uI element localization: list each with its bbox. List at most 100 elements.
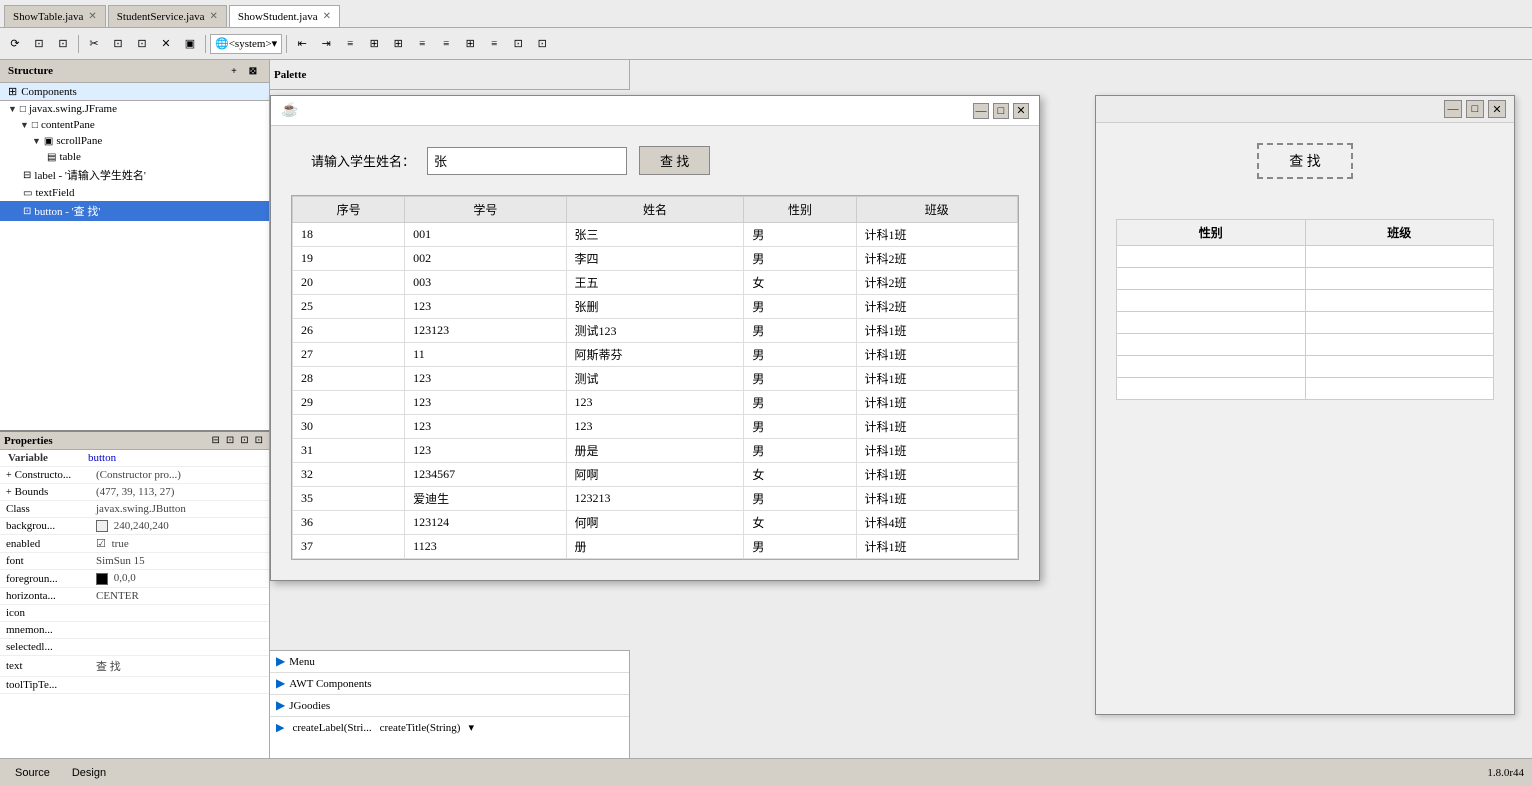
right-close-btn[interactable]: ✕ (1488, 100, 1506, 118)
props-row-bg[interactable]: backgrou... 240,240,240 (0, 518, 269, 535)
props-row-text[interactable]: text 查 找 (0, 655, 269, 676)
tab-showstudent-close[interactable]: ✕ (323, 11, 331, 22)
props-icon-1[interactable]: ⊟ (209, 434, 221, 447)
props-icon-4[interactable]: ⊡ (253, 434, 265, 447)
table-row[interactable]: 19002李四男计科2班 (293, 247, 1018, 271)
props-row-constructor[interactable]: +Constructo... (Constructor pro...) (0, 467, 269, 484)
toolbar-align-9[interactable]: ≡ (483, 33, 505, 55)
props-row-mnemonic[interactable]: mnemon... (0, 621, 269, 638)
table-row[interactable]: 28123测试男计科1班 (293, 367, 1018, 391)
search-button[interactable]: 查 找 (639, 146, 710, 175)
toolbar-align-11[interactable]: ⊡ (531, 33, 553, 55)
table-cell-seq: 32 (293, 463, 405, 487)
props-row-bounds[interactable]: +Bounds (477, 39, 113, 27) (0, 484, 269, 501)
table-row[interactable]: 321234567阿啊女计科1班 (293, 463, 1018, 487)
tab-showtable[interactable]: ShowTable.java ✕ (4, 5, 106, 27)
table-cell-class: 计科1班 (856, 343, 1017, 367)
props-row-horizontal[interactable]: horizonta... CENTER (0, 587, 269, 604)
tree-item-table[interactable]: ▤ table (0, 149, 269, 165)
props-row-fg[interactable]: foregroun... 0,0,0 (0, 570, 269, 587)
toolbar-align-10[interactable]: ⊡ (507, 33, 529, 55)
tree-item-button[interactable]: ⊡ button - '查 找' (0, 201, 269, 221)
palette-section-awt[interactable]: ▶ AWT Components (270, 673, 629, 695)
props-row-tooltip[interactable]: toolTipTe... (0, 676, 269, 693)
props-row-enabled[interactable]: enabled ☑ true (0, 535, 269, 553)
table-row[interactable]: 25123张删男计科2班 (293, 295, 1018, 319)
table-cell-class: 计科4班 (856, 511, 1017, 535)
palette-section-jgoodies[interactable]: ▶ JGoodies (270, 695, 629, 717)
modal-maximize-btn[interactable]: □ (993, 103, 1009, 119)
toolbar-btn-2[interactable]: ⊡ (28, 33, 50, 55)
modal-title-icon: ☕ (281, 102, 298, 119)
toolbar-align-8[interactable]: ⊞ (459, 33, 481, 55)
table-row[interactable]: 2711阿斯蒂芬男计科1班 (293, 343, 1018, 367)
toolbar-btn-5[interactable]: ▣ (179, 33, 201, 55)
tree-item-scrollpane[interactable]: ▼ ▣ scrollPane (0, 133, 269, 149)
props-key-tooltip: toolTipTe... (0, 676, 90, 693)
table-cell-name: 123213 (566, 487, 744, 511)
table-row[interactable]: 31123册是男计科1班 (293, 439, 1018, 463)
right-maximize-btn[interactable]: □ (1466, 100, 1484, 118)
right-minimize-btn[interactable]: — (1444, 100, 1462, 118)
props-row-class[interactable]: Class javax.swing.JButton (0, 501, 269, 518)
toolbar-align-2[interactable]: ⇥ (315, 33, 337, 55)
toolbar-align-6[interactable]: ≡ (411, 33, 433, 55)
right-search-btn[interactable]: 查 找 (1257, 143, 1353, 179)
tree-item-contentpane[interactable]: ▼ □ contentPane (0, 117, 269, 133)
table-row[interactable]: 29123123男计科1班 (293, 391, 1018, 415)
properties-header: Properties ⊟ ⊡ ⊡ ⊡ (0, 432, 269, 450)
toolbar-btn-1[interactable]: ⟳ (4, 33, 26, 55)
tab-showstudent[interactable]: ShowStudent.java ✕ (229, 5, 340, 27)
toolbar-btn-3[interactable]: ⊡ (52, 33, 74, 55)
right-cell-class (1305, 290, 1494, 312)
toolbar-align-5[interactable]: ⊞ (387, 33, 409, 55)
tree-label-content: contentPane (41, 119, 95, 131)
table-row[interactable]: 35爱迪生123213男计科1班 (293, 487, 1018, 511)
toolbar-btn-cut[interactable]: ✂ (83, 33, 105, 55)
panel-icon-2[interactable]: ⊠ (245, 63, 261, 79)
props-icon-3[interactable]: ⊡ (238, 434, 250, 447)
tree-item-jframe[interactable]: ▼ □ javax.swing.JFrame (0, 101, 269, 117)
design-tab-btn[interactable]: Design (65, 764, 113, 782)
toolbar-align-4[interactable]: ⊞ (363, 33, 385, 55)
search-input[interactable] (427, 147, 627, 175)
props-row-selected[interactable]: selectedl... (0, 638, 269, 655)
tree-item-textfield[interactable]: ▭ textField (0, 185, 269, 201)
toolbar-btn-paste[interactable]: ⊡ (131, 33, 153, 55)
props-row-icon[interactable]: icon (0, 604, 269, 621)
tree-item-label[interactable]: ⊟ label - '请输入学生姓名' (0, 165, 269, 185)
props-icon-2[interactable]: ⊡ (224, 434, 236, 447)
toolbar-system-dropdown[interactable]: 🌐 <system> ▾ (210, 34, 282, 54)
table-row[interactable]: 26123123测试123男计科1班 (293, 319, 1018, 343)
palette-create-title[interactable]: createTitle(String) (380, 722, 461, 734)
toolbar-align-1[interactable]: ⇤ (291, 33, 313, 55)
toolbar-btn-delete[interactable]: ✕ (155, 33, 177, 55)
toolbar-btn-copy[interactable]: ⊡ (107, 33, 129, 55)
toolbar-align-7[interactable]: ≡ (435, 33, 457, 55)
modal-close-btn[interactable]: ✕ (1013, 103, 1029, 119)
table-row[interactable]: 18001张三男计科1班 (293, 223, 1018, 247)
modal-minimize-btn[interactable]: — (973, 103, 989, 119)
col-gender: 性别 (744, 197, 856, 223)
tab-studentservice[interactable]: StudentService.java ✕ (108, 5, 227, 27)
table-body: 18001张三男计科1班19002李四男计科2班20003王五女计科2班2512… (293, 223, 1018, 559)
tree-icon-scroll: ▣ (44, 136, 53, 147)
table-cell-class: 计科2班 (856, 271, 1017, 295)
props-row-font[interactable]: font SimSun 15 (0, 553, 269, 570)
palette-dropdown-icon[interactable]: ▾ (468, 721, 474, 734)
panel-icon-1[interactable]: + (226, 63, 242, 79)
table-row[interactable]: 36123124何啊女计科4班 (293, 511, 1018, 535)
palette-section-menu[interactable]: ▶ Menu (270, 651, 629, 673)
table-row[interactable]: 371123册男计科1班 (293, 535, 1018, 559)
source-tab-btn[interactable]: Source (8, 764, 57, 782)
table-row[interactable]: 20003王五女计科2班 (293, 271, 1018, 295)
tab-showtable-close[interactable]: ✕ (88, 11, 96, 22)
table-cell-name: 册 (566, 535, 744, 559)
palette-menu-label: Menu (289, 656, 315, 668)
tab-studentservice-close[interactable]: ✕ (209, 11, 217, 22)
toolbar-align-3[interactable]: ≡ (339, 33, 361, 55)
table-header-row: 序号 学号 姓名 性别 班级 (293, 197, 1018, 223)
table-row[interactable]: 30123123男计科1班 (293, 415, 1018, 439)
palette-create-label[interactable]: createLabel(Stri... (292, 722, 371, 734)
right-cell-class (1305, 356, 1494, 378)
